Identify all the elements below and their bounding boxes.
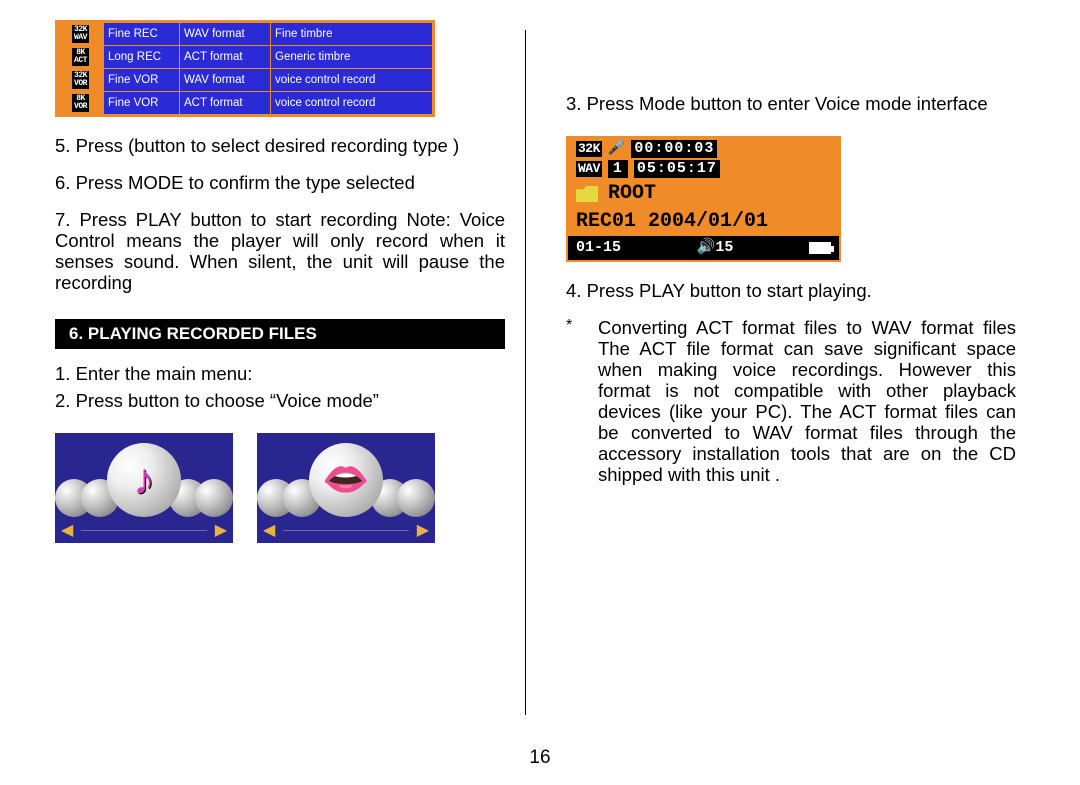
step-6-text: 6. Press MODE to confirm the type select… xyxy=(55,172,505,193)
note-marker: * xyxy=(566,317,598,485)
battery-icon xyxy=(809,242,831,254)
step-3-text: 3. Press Mode button to enter Voice mode… xyxy=(566,93,1016,114)
step-7-text: 7. Press PLAY button to start recording … xyxy=(55,209,505,293)
page-number: 16 xyxy=(0,747,1080,769)
play-step-2: 2. Press button to choose “Voice mode” xyxy=(55,390,505,411)
speaker-icon: 🔊 xyxy=(697,239,716,256)
right-arrow-icon: ▶ xyxy=(215,520,227,540)
menu-screenshots: ♪ ◀ ▶ 👄 ◀ ▶ xyxy=(55,433,505,543)
folder-name: ROOT xyxy=(608,182,656,206)
step-4-text: 4. Press PLAY button to start playing. xyxy=(566,280,1016,301)
table-cell: WAV format xyxy=(180,23,270,45)
folder-icon xyxy=(576,186,598,202)
recording-types-table: 32KWAV Fine REC WAV format Fine timbre 8… xyxy=(55,20,435,117)
left-arrow-icon: ◀ xyxy=(263,520,275,540)
music-icon: ♪ xyxy=(107,443,181,517)
right-arrow-icon: ▶ xyxy=(417,520,429,540)
table-cell: Fine REC xyxy=(104,23,179,45)
menu-music-screenshot: ♪ ◀ ▶ xyxy=(55,433,233,543)
recording-filename: REC01 2004/01/01 xyxy=(568,208,839,236)
step-5-text: 5. Press (button to select desired recor… xyxy=(55,135,505,156)
section-header: 6. PLAYING RECORDED FILES xyxy=(55,319,505,349)
lips-icon: 👄 xyxy=(309,443,383,517)
menu-voice-screenshot: 👄 ◀ ▶ xyxy=(257,433,435,543)
conversion-note: Converting ACT format files to WAV forma… xyxy=(598,317,1016,485)
track-range: 01-15 xyxy=(576,239,621,257)
column-divider xyxy=(525,30,526,715)
voice-mode-screen: 32K 🎤 00:00:03 WAV 1 05:05:17 ROOT REC01… xyxy=(566,136,841,262)
table-cell: Fine timbre xyxy=(271,23,432,45)
play-step-1: 1. Enter the main menu: xyxy=(55,363,505,384)
left-arrow-icon: ◀ xyxy=(61,520,73,540)
